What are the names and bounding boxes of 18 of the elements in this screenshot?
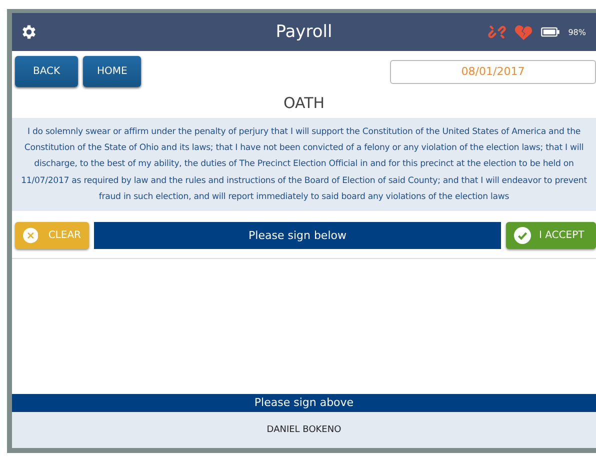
- clear-button[interactable]: CLEAR: [15, 222, 89, 250]
- sign-above-bar: Please sign above: [12, 394, 596, 412]
- broken-heart-icon: [514, 24, 534, 40]
- app-title: Payroll: [276, 22, 332, 42]
- close-icon: [23, 227, 38, 244]
- date-field[interactable]: 08/01/2017: [390, 60, 596, 84]
- broken-link-icon: [488, 23, 506, 41]
- sign-below-bar: Please sign below: [94, 222, 501, 250]
- settings-icon[interactable]: [20, 23, 38, 41]
- battery-icon: [541, 27, 560, 37]
- oath-heading: OATH: [282, 94, 326, 112]
- oath-text: I do solemnly swear or affirm under the penalty of perjury that I will support the Constitution of the United States of America and the Constitution of the State of Ohio and its laws; that I have not been convicted of a felony or any violation of the election laws; that I will discharge, to the best of my ability, the duties of The Precinct Election Official in and for this precinct at the election to be held on 11/07/2017 as required by law and the rules and instructions of the Board of Election of said County; and that I will endeavor to prevent fraud in such election, and will report immediately to said board any violations of the election laws: [20, 126, 588, 204]
- check-icon: [514, 227, 531, 244]
- nav-button[interactable]: BACK: [15, 56, 78, 87]
- accept-button[interactable]: I ACCEPT: [506, 222, 596, 250]
- battery-percent: 98%: [568, 28, 586, 36]
- nav-button[interactable]: HOME: [83, 56, 142, 87]
- signer-name: DANIEL BOKENO: [266, 425, 342, 435]
